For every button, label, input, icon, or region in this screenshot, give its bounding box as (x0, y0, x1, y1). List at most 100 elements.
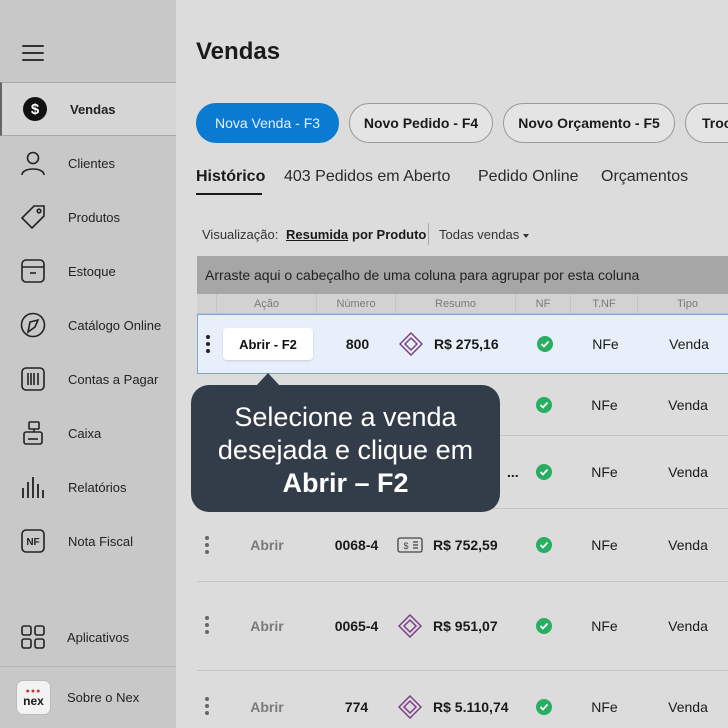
row-amount: R$ 951,07 (433, 618, 498, 634)
sidebar-divider (0, 666, 176, 667)
sidebar-item-caixa[interactable]: Caixa (0, 406, 176, 460)
row-amount: R$ 752,59 (433, 537, 498, 553)
cash-icon: $ (397, 509, 423, 581)
sidebar-item-label: Vendas (70, 101, 116, 117)
header-acao[interactable]: Ação (217, 294, 317, 314)
svg-text:$: $ (403, 541, 408, 551)
sidebar: $ Vendas Clientes Produtos Estoque Catál… (0, 0, 176, 728)
nf-status (516, 582, 571, 670)
header-numero[interactable]: Número (317, 294, 396, 314)
barcode-icon (20, 366, 46, 392)
check-icon (535, 699, 552, 715)
page-title: Vendas (196, 38, 281, 65)
check-icon (535, 397, 552, 413)
tab-historico[interactable]: Histórico (196, 168, 265, 186)
svg-text:$: $ (31, 101, 40, 118)
sidebar-item-aplicativos[interactable]: Aplicativos (0, 610, 176, 664)
check-icon (536, 336, 553, 352)
sidebar-item-relatorios[interactable]: Relatórios (0, 460, 176, 514)
visualizacao-label: Visualização: (202, 227, 279, 242)
table-row[interactable]: Abrir 0065-4 R$ 951,07 NFe Venda (197, 582, 728, 671)
sidebar-item-label: Relatórios (68, 479, 127, 495)
pix-icon (397, 671, 423, 728)
nf-status (516, 375, 571, 435)
row-tipo: Venda (668, 464, 708, 480)
abrir-f2-button[interactable]: Abrir - F2 (223, 328, 313, 360)
view-por-produto-option[interactable]: por Produto (352, 227, 426, 242)
check-icon (535, 464, 552, 480)
caret-down-icon (523, 233, 530, 238)
table-row[interactable]: Abrir 774 R$ 5.110,74 NFe Venda (197, 671, 728, 728)
cash-register-icon (20, 420, 46, 446)
group-by-bar[interactable]: Arraste aqui o cabeçalho de uma coluna p… (197, 256, 728, 294)
sidebar-item-label: Aplicativos (67, 629, 130, 645)
nf-icon: NF (20, 528, 46, 554)
header-tnf[interactable]: T.NF (571, 294, 638, 314)
sidebar-item-contas-pagar[interactable]: Contas a Pagar (0, 352, 176, 406)
tab-pedidos-aberto[interactable]: 403 Pedidos em Aberto (284, 168, 450, 186)
row-tnf: NFe (591, 537, 618, 553)
sidebar-item-label: Clientes (68, 155, 115, 171)
row-menu-icon[interactable] (205, 536, 209, 554)
row-number: 0065-4 (334, 618, 379, 634)
sidebar-item-clientes[interactable]: Clientes (0, 136, 176, 190)
row-tipo: Venda (669, 336, 709, 352)
hamburger-menu-icon[interactable] (22, 45, 44, 61)
sidebar-item-nota-fiscal[interactable]: NF Nota Fiscal (0, 514, 176, 568)
table-row[interactable]: Abrir 0068-4 $ R$ 752,59 NFe Venda (197, 509, 728, 582)
todas-vendas-label: Todas vendas (439, 227, 520, 242)
check-icon (535, 537, 552, 553)
sidebar-item-label: Produtos (68, 209, 121, 225)
table-row[interactable]: Abrir - F2 800 R$ 275,16 NFe Venda (197, 314, 728, 374)
row-menu-icon[interactable] (205, 616, 209, 634)
sidebar-item-estoque[interactable]: Estoque (0, 244, 176, 298)
row-number: 800 (345, 336, 370, 352)
row-tipo: Venda (668, 537, 708, 553)
todas-vendas-dropdown[interactable]: Todas vendas (439, 227, 530, 242)
catalog-icon (20, 312, 46, 338)
row-number: 0068-4 (334, 537, 379, 553)
novo-orcamento-button[interactable]: Novo Orçamento - F5 (503, 103, 675, 143)
pix-icon (398, 315, 424, 373)
viz-separator (428, 223, 429, 245)
row-menu-icon[interactable] (205, 697, 209, 715)
sidebar-item-sobre[interactable]: Sobre o Nex (0, 670, 176, 724)
sidebar-item-label: Nota Fiscal (68, 533, 134, 549)
tab-orcamentos[interactable]: Orçamentos (601, 168, 688, 186)
header-blank (197, 294, 217, 314)
row-amount: R$ 275,16 (434, 336, 499, 352)
tab-pedido-online[interactable]: Pedido Online (478, 168, 579, 186)
user-icon (20, 150, 46, 176)
bar-chart-icon (20, 474, 46, 500)
row-menu-icon[interactable] (206, 335, 210, 353)
header-nf[interactable]: NF (516, 294, 571, 314)
row-tnf: NFe (591, 618, 618, 634)
tooltip-action-text: Abrir – F2 (282, 468, 409, 498)
box-icon (20, 258, 46, 284)
nf-status (516, 509, 571, 581)
abrir-link[interactable]: Abrir (222, 699, 312, 715)
sidebar-item-vendas[interactable]: $ Vendas (0, 82, 176, 136)
sidebar-item-label: Estoque (68, 263, 116, 279)
tooltip-line-3: Abrir – F2 (191, 467, 500, 500)
nf-status (516, 671, 571, 728)
sidebar-item-catalogo[interactable]: Catálogo Online (0, 298, 176, 352)
troca-button[interactable]: Troc (685, 103, 728, 143)
main-content: Vendas Nova Venda - F3 Novo Pedido - F4 … (176, 0, 728, 728)
header-resumo[interactable]: Resumo (396, 294, 516, 314)
tooltip-line-1: Selecione a venda (234, 402, 457, 432)
nova-venda-button[interactable]: Nova Venda - F3 (196, 103, 339, 143)
check-icon (535, 618, 552, 634)
sidebar-item-produtos[interactable]: Produtos (0, 190, 176, 244)
novo-pedido-button[interactable]: Novo Pedido - F4 (349, 103, 493, 143)
header-tipo[interactable]: Tipo (638, 294, 728, 314)
row-number: 774 (344, 699, 369, 715)
row-tnf: NFe (591, 464, 618, 480)
abrir-link[interactable]: Abrir (222, 537, 312, 553)
nf-status (516, 436, 571, 508)
row-tipo: Venda (668, 699, 708, 715)
row-tnf: NFe (591, 397, 618, 413)
abrir-link[interactable]: Abrir (222, 618, 312, 634)
apps-grid-icon (20, 624, 46, 650)
view-resumida-option[interactable]: Resumida (286, 227, 348, 242)
